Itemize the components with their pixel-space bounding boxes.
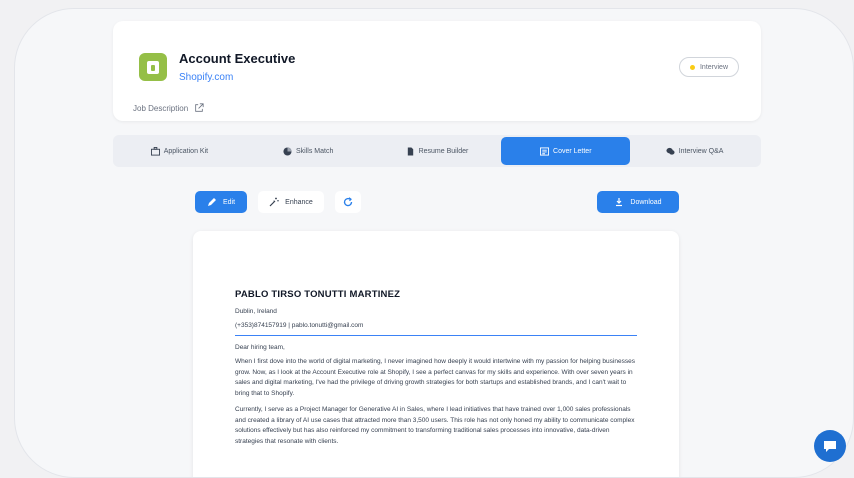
regenerate-button[interactable]	[335, 191, 361, 213]
status-dot	[689, 64, 695, 70]
download-button[interactable]: Download	[597, 191, 679, 213]
app-frame: Account Executive Shopify.com Job Descri…	[14, 8, 854, 478]
candidate-contact: (+353)874157919 | pablo.tonutti@gmail.co…	[235, 322, 637, 336]
letter-salutation: Dear hiring team,	[235, 344, 285, 351]
external-link-icon	[195, 103, 204, 112]
magic-wand-icon	[269, 197, 279, 207]
briefcase-icon	[150, 146, 160, 156]
tab-label: Skills Match	[296, 147, 334, 155]
letter-paragraph: Currently, I serve as a Project Manager …	[235, 406, 635, 445]
company-link[interactable]: Shopify.com	[179, 72, 233, 83]
enhance-button[interactable]: Enhance	[258, 191, 324, 213]
pencil-icon	[207, 198, 216, 206]
tab-label: Interview Q&A	[678, 147, 724, 155]
chat-bubbles-icon	[666, 147, 675, 155]
tab-interview-qa[interactable]: Interview Q&A	[630, 137, 759, 165]
job-card: Account Executive Shopify.com Job Descri…	[113, 21, 761, 121]
tab-label: Application Kit	[163, 147, 209, 155]
enhance-label: Enhance	[285, 198, 313, 206]
tab-label: Resume Builder	[418, 147, 469, 155]
letter-icon	[540, 146, 550, 156]
tab-cover-letter[interactable]: Cover Letter	[501, 137, 631, 165]
tab-skills-match[interactable]: Skills Match	[244, 137, 373, 165]
letter-content: PABLO TIRSO TONUTTI MARTINEZ Dublin, Ire…	[235, 289, 637, 447]
status-label: Interview	[699, 63, 728, 71]
job-title: Account Executive	[179, 51, 296, 66]
download-label: Download	[630, 198, 662, 206]
tab-resume-builder[interactable]: Resume Builder	[373, 137, 502, 165]
status-badge[interactable]: Interview	[678, 57, 739, 77]
job-description-link[interactable]: Job Description	[133, 103, 204, 113]
chat-support-button[interactable]	[814, 430, 846, 462]
job-description-label: Job Description	[133, 103, 189, 113]
document-icon	[407, 146, 413, 156]
tab-label: Cover Letter	[553, 147, 592, 155]
chat-icon	[824, 441, 836, 452]
company-logo	[139, 53, 167, 81]
candidate-name: PABLO TIRSO TONUTTI MARTINEZ	[235, 289, 401, 300]
refresh-icon	[343, 197, 353, 207]
edit-label: Edit	[222, 198, 236, 206]
tab-bar: Application Kit Skills Match Resume Buil…	[113, 135, 761, 167]
pie-chart-icon	[283, 146, 292, 156]
tab-application-kit[interactable]: Application Kit	[115, 137, 244, 165]
cover-letter-document: PABLO TIRSO TONUTTI MARTINEZ Dublin, Ire…	[193, 231, 679, 477]
candidate-location: Dublin, Ireland	[235, 308, 277, 315]
download-icon	[616, 198, 623, 207]
shopping-bag-icon	[147, 60, 159, 74]
edit-button[interactable]: Edit	[195, 191, 247, 213]
letter-paragraph: When I first dove into the world of digi…	[235, 358, 635, 397]
